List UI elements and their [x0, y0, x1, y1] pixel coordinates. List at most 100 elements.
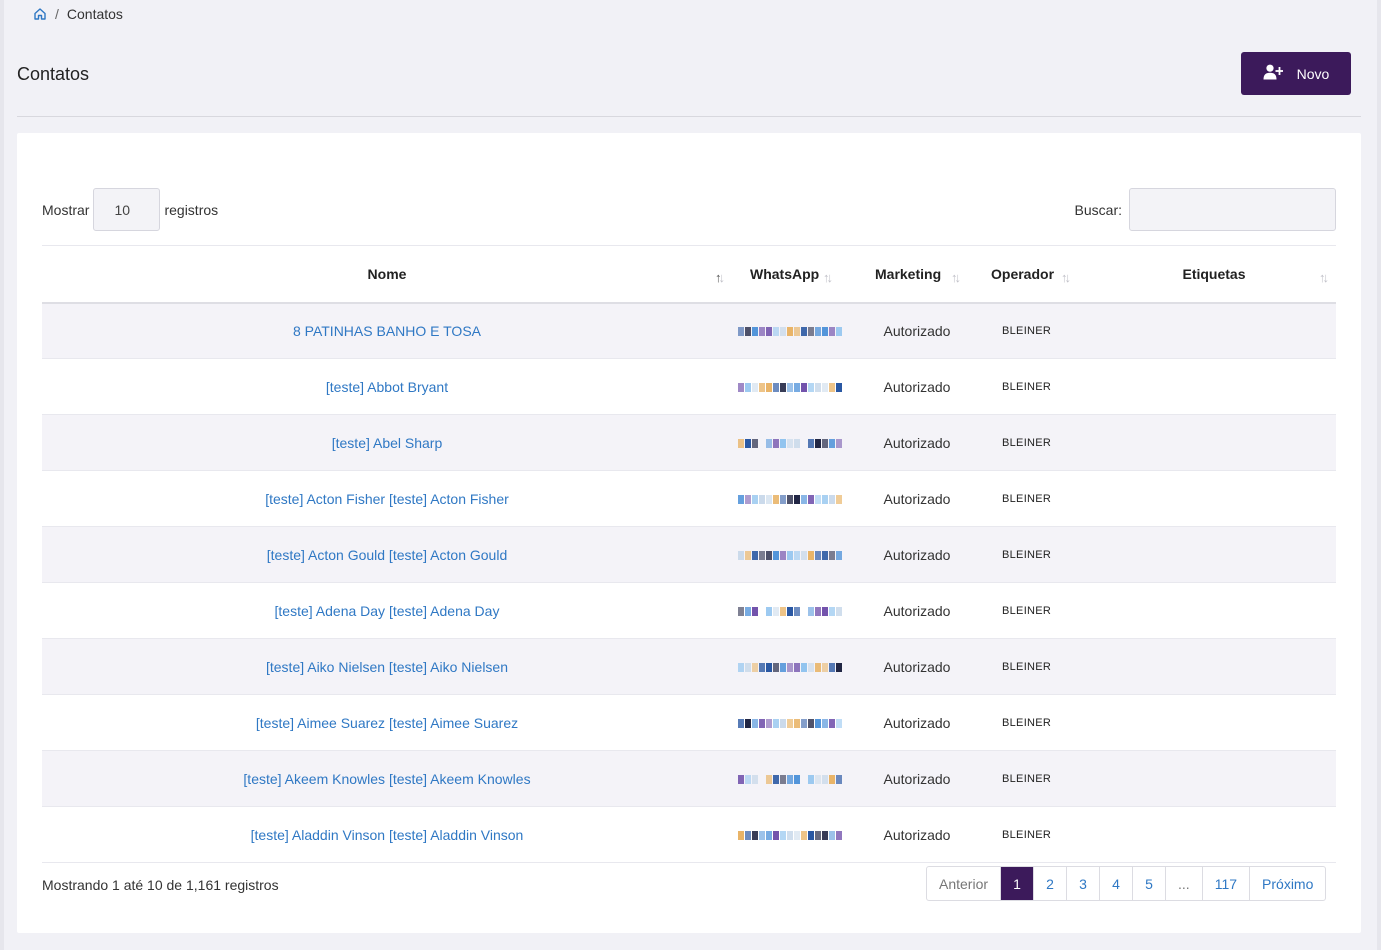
pagination-page-button[interactable]: 1 [1000, 867, 1034, 900]
cell-marketing: Autorizado [883, 546, 951, 563]
cell-nome: [teste] Aiko Nielsen [teste] Aiko Nielse… [42, 639, 732, 695]
cell-operador: BLEINER [1002, 380, 1052, 393]
cell-operador: BLEINER [1002, 324, 1052, 337]
cell-whatsapp [732, 359, 852, 415]
contact-name-link[interactable]: [teste] Akeem Knowles [teste] Akeem Know… [243, 771, 530, 787]
pagination: Anterior 1 2 3 4 5... 117 Próximo [926, 866, 1327, 901]
length-select[interactable]: 10 [93, 188, 161, 231]
pagination-page-button[interactable]: 5 [1132, 867, 1165, 900]
cell-whatsapp [732, 415, 852, 471]
cell-operador: BLEINER [1002, 604, 1052, 617]
pixelated-phone-number [738, 493, 842, 505]
pagination-page-button[interactable]: 2 [1033, 867, 1066, 900]
cell-operador: BLEINER [1002, 436, 1052, 449]
cell-marketing: Autorizado [883, 770, 951, 787]
pixelated-phone-number [738, 325, 842, 337]
cell-etiquetas [1092, 471, 1336, 527]
table-row: [teste] Abel Sharp Autorizado BLEINER [42, 414, 1336, 471]
pagination-ellipsis: ... [1165, 867, 1202, 900]
table-row: [teste] Aladdin Vinson [teste] Aladdin V… [42, 807, 1336, 863]
cell-operador: BLEINER [1002, 548, 1052, 561]
contact-name-link[interactable]: [teste] Aiko Nielsen [teste] Aiko Nielse… [266, 659, 508, 675]
contact-name-link[interactable]: [teste] Abel Sharp [332, 435, 443, 451]
pixelated-phone-number [738, 829, 842, 841]
contact-name-link[interactable]: 8 PATINHAS BANHO E TOSA [293, 323, 481, 339]
cell-nome: [teste] Adena Day [teste] Adena Day [42, 583, 732, 639]
page-title: Contatos [17, 64, 90, 84]
cell-etiquetas [1092, 639, 1336, 695]
cell-whatsapp [732, 303, 852, 359]
header-divider [17, 116, 1361, 117]
right-edge [1377, 0, 1381, 950]
breadcrumb-current: Contatos [66, 6, 123, 22]
contact-name-link[interactable]: [teste] Aimee Suarez [teste] Aimee Suare… [256, 715, 518, 731]
column-header-operador[interactable]: Operador ↑↓ [982, 246, 1092, 303]
sort-icon: ↑↓ [951, 270, 961, 285]
contacts-table: Nome ↑↓ WhatsApp ↑↓ Marketing ↑↓ Operado… [42, 245, 1336, 863]
sort-icon: ↑↓ [823, 270, 833, 285]
cell-operador: BLEINER [1002, 492, 1052, 505]
contact-name-link[interactable]: [teste] Abbot Bryant [326, 379, 448, 395]
left-edge [0, 0, 4, 950]
new-button-label: Novo [1296, 65, 1330, 82]
sort-icon: ↑↓ [1061, 270, 1071, 285]
pagination-page-button[interactable]: 117 [1201, 867, 1249, 900]
home-icon[interactable] [33, 7, 47, 21]
add-user-icon [1263, 64, 1284, 83]
pixelated-phone-number [738, 437, 842, 449]
search-label: Buscar: [1074, 201, 1122, 218]
pagination-page-button[interactable]: 4 [1099, 867, 1132, 900]
cell-whatsapp [732, 527, 852, 583]
table-row: [teste] Acton Fisher [teste] Acton Fishe… [42, 471, 1336, 527]
cell-nome: [teste] Acton Fisher [teste] Acton Fishe… [42, 471, 732, 527]
pixelated-phone-number [738, 549, 842, 561]
pixelated-phone-number [738, 717, 842, 729]
pagination-page-button[interactable]: 3 [1066, 867, 1099, 900]
cell-whatsapp [732, 471, 852, 527]
column-header-marketing[interactable]: Marketing ↑↓ [852, 246, 982, 303]
cell-etiquetas [1092, 359, 1336, 415]
pagination-previous-button[interactable]: Anterior [927, 867, 1000, 900]
column-header-etiquetas[interactable]: Etiquetas ↑↓ [1092, 246, 1336, 303]
search-input[interactable] [1129, 188, 1336, 231]
cell-etiquetas [1092, 303, 1336, 359]
contact-name-link[interactable]: [teste] Acton Gould [teste] Acton Gould [267, 547, 507, 563]
contacts-card: Mostrar 10 registros Buscar: Nome ↑↓ Wha… [17, 133, 1361, 933]
table-header-row: Nome ↑↓ WhatsApp ↑↓ Marketing ↑↓ Operado… [42, 245, 1336, 303]
table-row: [teste] Aiko Nielsen [teste] Aiko Nielse… [42, 638, 1336, 695]
column-header-whatsapp[interactable]: WhatsApp ↑↓ [732, 246, 852, 303]
cell-etiquetas [1092, 583, 1336, 639]
length-label-after: registros [164, 201, 219, 218]
cell-whatsapp [732, 639, 852, 695]
cell-nome: [teste] Aimee Suarez [teste] Aimee Suare… [42, 695, 732, 751]
cell-whatsapp [732, 583, 852, 639]
table-row: [teste] Abbot Bryant Autorizado BLEINER [42, 359, 1336, 415]
cell-operador: BLEINER [1002, 828, 1052, 841]
contact-name-link[interactable]: [teste] Adena Day [teste] Adena Day [275, 603, 500, 619]
contact-name-link[interactable]: [teste] Acton Fisher [teste] Acton Fishe… [265, 491, 509, 507]
pagination-next-button[interactable]: Próximo [1249, 867, 1325, 900]
page: / Contatos Contatos Novo Mostrar 10 regi… [0, 0, 1381, 950]
cell-operador: BLEINER [1002, 716, 1052, 729]
cell-nome: 8 PATINHAS BANHO E TOSA [42, 303, 732, 359]
table-row: [teste] Akeem Knowles [teste] Akeem Know… [42, 750, 1336, 807]
cell-whatsapp [732, 807, 852, 863]
sort-asc-icon: ↑↓ [715, 270, 725, 285]
cell-whatsapp [732, 695, 852, 751]
cell-etiquetas [1092, 807, 1336, 863]
cell-etiquetas [1092, 415, 1336, 471]
cell-nome: [teste] Abbot Bryant [42, 359, 732, 415]
cell-etiquetas [1092, 751, 1336, 807]
cell-marketing: Autorizado [883, 714, 951, 731]
column-header-nome[interactable]: Nome ↑↓ [42, 246, 732, 303]
cell-nome: [teste] Akeem Knowles [teste] Akeem Know… [42, 751, 732, 807]
pixelated-phone-number [738, 381, 842, 393]
cell-marketing: Autorizado [883, 490, 951, 507]
table-row: [teste] Acton Gould [teste] Acton Gould A… [42, 526, 1336, 583]
length-control: Mostrar 10 registros [42, 188, 218, 231]
contact-name-link[interactable]: [teste] Aladdin Vinson [teste] Aladdin V… [251, 827, 524, 843]
table-info: Mostrando 1 até 10 de 1,161 registros [42, 877, 279, 893]
cell-marketing: Autorizado [883, 434, 951, 451]
new-contact-button[interactable]: Novo [1241, 52, 1351, 95]
cell-operador: BLEINER [1002, 660, 1052, 673]
